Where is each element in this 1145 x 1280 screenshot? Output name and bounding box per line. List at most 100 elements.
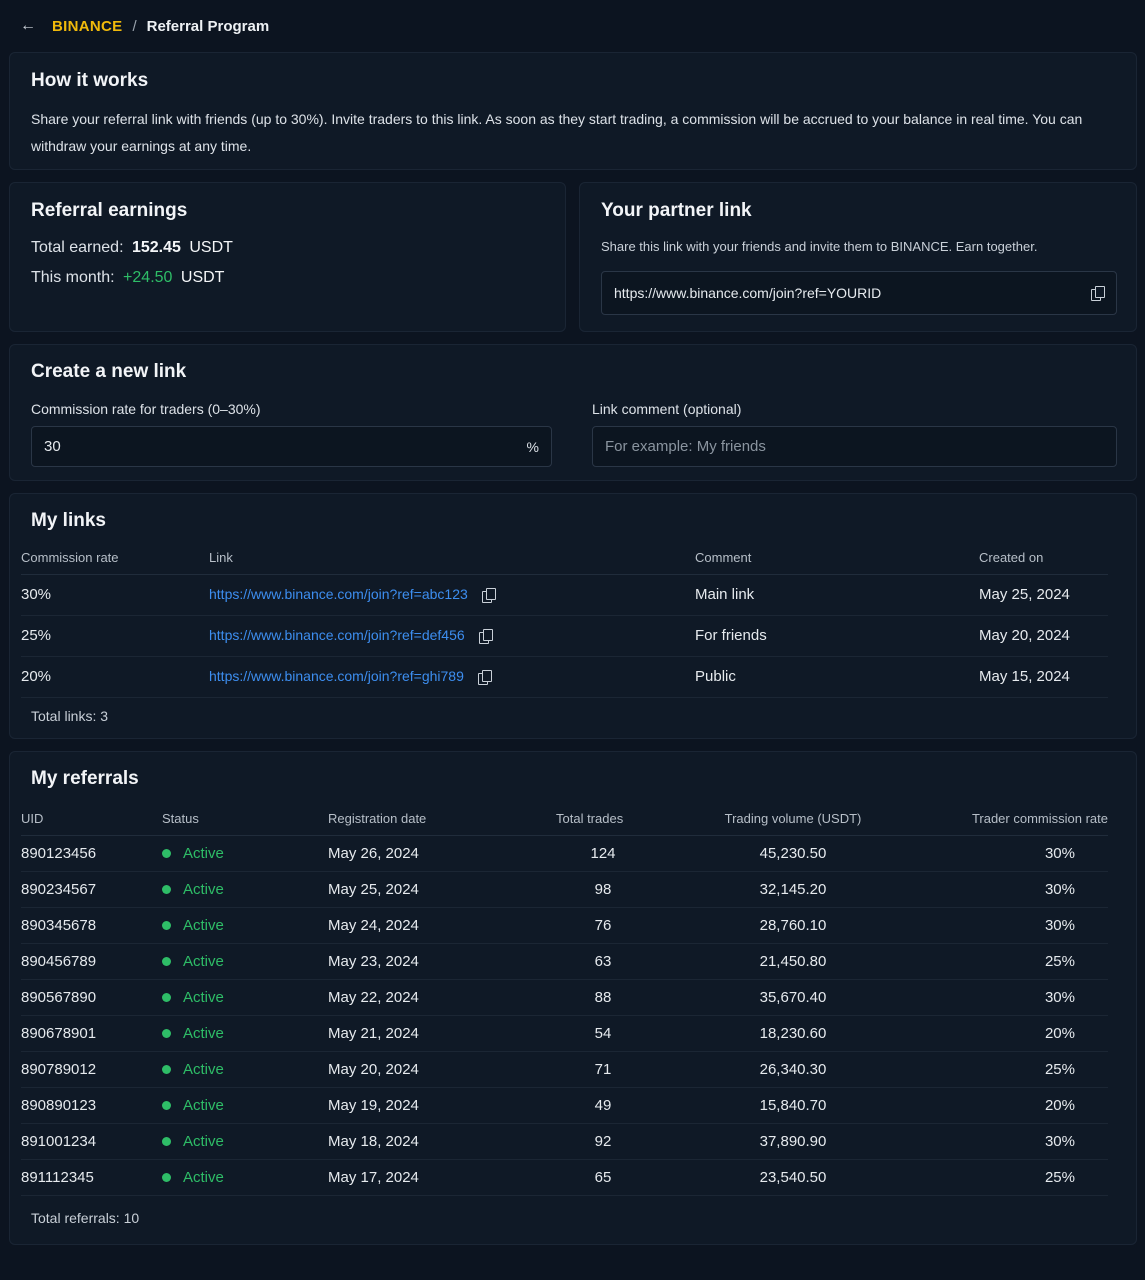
status-label: Active [183,952,224,970]
status-dot-icon [162,849,171,859]
table-row: 890678901 Active May 21, 2024 54 18,230.60 20… [21,1015,1108,1052]
status-dot-icon [162,921,171,931]
partner-link-card: Your partner link Share this link with y… [579,182,1137,332]
column-header: Status [162,802,328,836]
table-row: 20% https://www.binance.com/join?ref=ghi… [21,656,1108,698]
column-header: Trader commission rate [928,802,1108,836]
referral-date: May 23, 2024 [328,943,548,980]
referral-uid: 890456789 [21,943,162,980]
status-label: Active [183,1132,224,1150]
column-header: UID [21,802,162,836]
status-label: Active [183,1096,224,1114]
link-cell: https://www.binance.com/join?ref=def456 [209,615,695,657]
page-title: Referral Program [146,17,270,35]
my-referrals-title: My referrals [31,768,139,789]
referral-link[interactable]: https://www.binance.com/join?ref=def456 [209,627,465,643]
table-row: 30% https://www.binance.com/join?ref=abc… [21,574,1108,616]
link-comment-field [592,426,1117,467]
partner-link-url: https://www.binance.com/join?ref=YOURID [614,285,882,301]
status-label: Active [183,1168,224,1186]
table-header-row: UID Status Registration date Total trade… [21,802,1108,836]
column-header: Link [209,542,695,575]
link-created: May 25, 2024 [979,574,1108,616]
link-rate: 20% [21,656,209,698]
referral-volume: 37,890.90 [658,1123,928,1160]
total-referrals: Total referrals: 10 [31,1210,140,1226]
referral-uid: 890123456 [21,835,162,872]
copy-icon[interactable] [478,628,493,644]
link-cell: https://www.binance.com/join?ref=ghi789 [209,656,695,698]
referral-volume: 28,760.10 [658,907,928,944]
copy-icon[interactable] [477,669,492,685]
link-comment-label: Link comment (optional) [592,401,742,417]
referral-volume: 45,230.50 [658,835,928,872]
referral-status: Active [162,979,328,1016]
breadcrumb-brand[interactable]: BINANCE [52,18,122,35]
this-month-value: +24.50 [123,269,173,286]
referral-date: May 18, 2024 [328,1123,548,1160]
referral-rate: 30% [928,907,1108,944]
my-referrals-table: UID Status Registration date Total trade… [21,802,1108,1196]
column-header: Commission rate [21,542,209,575]
referral-status: Active [162,943,328,980]
column-header: Total trades [548,802,658,836]
referral-status: Active [162,1051,328,1088]
referral-trades: 63 [548,943,658,980]
table-row: 890567890 Active May 22, 2024 88 35,670.40 30… [21,979,1108,1016]
commission-rate-field: % [31,426,552,467]
table-row: 890123456 Active May 26, 2024 124 45,230.50 3… [21,835,1108,872]
referral-status: Active [162,1159,328,1196]
status-dot-icon [162,1101,171,1111]
breadcrumb-separator: / [132,17,137,35]
my-links-table: Commission rate Link Comment Created on … [21,542,1108,698]
referral-link[interactable]: https://www.binance.com/join?ref=abc123 [209,586,468,602]
partner-link-field[interactable]: https://www.binance.com/join?ref=YOURID [601,271,1117,315]
table-row: 25% https://www.binance.com/join?ref=def… [21,615,1108,657]
status-dot-icon [162,993,171,1003]
link-comment-input[interactable] [605,438,1104,455]
referral-date: May 26, 2024 [328,835,548,872]
referral-status: Active [162,871,328,908]
breadcrumb: ← BINANCE / Referral Program [20,14,269,38]
link-rate: 30% [21,574,209,616]
referral-rate: 25% [928,943,1108,980]
copy-icon[interactable] [1091,285,1105,301]
referral-date: May 24, 2024 [328,907,548,944]
status-dot-icon [162,1173,171,1183]
referral-rate: 25% [928,1051,1108,1088]
table-row: 891001234 Active May 18, 2024 92 37,890.90 30… [21,1123,1108,1160]
referral-volume: 21,450.80 [658,943,928,980]
referral-volume: 15,840.70 [658,1087,928,1124]
create-link-card: Create a new link Commission rate for tr… [9,344,1137,481]
referral-rate: 20% [928,1087,1108,1124]
this-month-label: This month: [31,269,115,286]
referral-date: May 25, 2024 [328,871,548,908]
column-header: Created on [979,542,1108,575]
referral-trades: 76 [548,907,658,944]
referral-link[interactable]: https://www.binance.com/join?ref=ghi789 [209,668,464,684]
referral-trades: 124 [548,835,658,872]
status-dot-icon [162,1065,171,1075]
table-row: 890456789 Active May 23, 2024 63 21,450.80 25… [21,943,1108,980]
commission-rate-label: Commission rate for traders (0–30%) [31,401,261,417]
percent-suffix: % [526,438,539,455]
copy-icon[interactable] [481,587,496,603]
referral-rate: 20% [928,1015,1108,1052]
this-month-row: This month: +24.50 USDT [31,269,224,287]
referral-status: Active [162,1123,328,1160]
how-it-works-text: Share your referral link with friends (u… [31,111,1083,154]
referral-rate: 30% [928,835,1108,872]
referral-trades: 71 [548,1051,658,1088]
referral-volume: 32,145.20 [658,871,928,908]
status-label: Active [183,880,224,898]
referral-trades: 49 [548,1087,658,1124]
arrow-left-icon[interactable]: ← [20,17,40,35]
referral-volume: 18,230.60 [658,1015,928,1052]
referral-status: Active [162,835,328,872]
status-label: Active [183,1060,224,1078]
commission-rate-input[interactable] [44,438,527,455]
status-dot-icon [162,957,171,967]
referral-uid: 890890123 [21,1087,162,1124]
referral-status: Active [162,1015,328,1052]
column-header: Registration date [328,802,548,836]
